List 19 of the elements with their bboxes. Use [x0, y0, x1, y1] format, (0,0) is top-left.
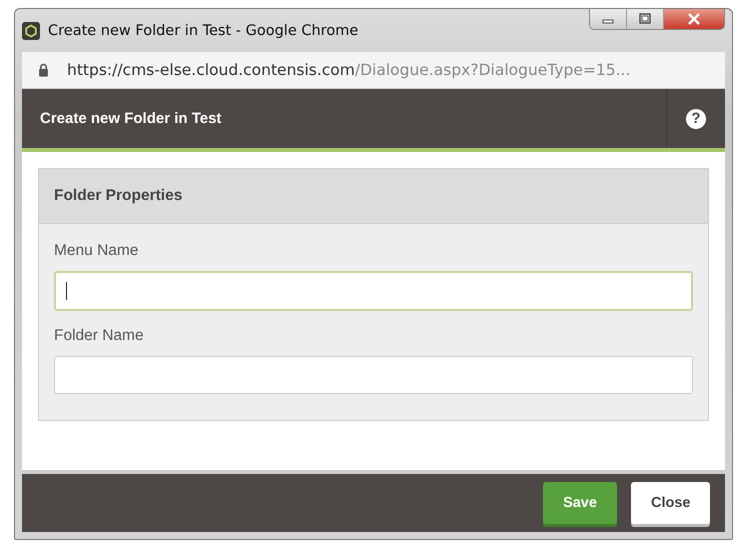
url-path: /Dialogue.aspx?DialogueType=15... — [354, 61, 630, 79]
field-label: Menu Name — [54, 242, 138, 260]
text-field[interactable] — [54, 356, 693, 394]
dialog-title: Create new Folder in Test — [39, 110, 222, 127]
text-field[interactable] — [54, 271, 693, 311]
lock-icon — [38, 63, 49, 77]
minimize-button[interactable] — [590, 9, 627, 29]
close-button[interactable]: Close — [631, 482, 710, 524]
maximize-button[interactable] — [627, 9, 664, 29]
close-icon — [687, 13, 701, 25]
field-label: Folder Name — [54, 327, 144, 345]
url-host: https://cms-else.cloud.contensis.com — [67, 61, 355, 79]
maximize-icon — [638, 13, 652, 25]
close-button[interactable] — [664, 9, 724, 29]
hexagon-icon — [22, 22, 40, 40]
window-title: Create new Folder in Test - Google Chrome — [48, 22, 360, 38]
help-button[interactable]: ? — [686, 108, 706, 128]
panel-title: Folder Properties — [54, 187, 182, 205]
address-bar[interactable]: https://cms-else.cloud.contensis.com/Dialogue.aspx?DialogueType=15... — [22, 52, 725, 89]
